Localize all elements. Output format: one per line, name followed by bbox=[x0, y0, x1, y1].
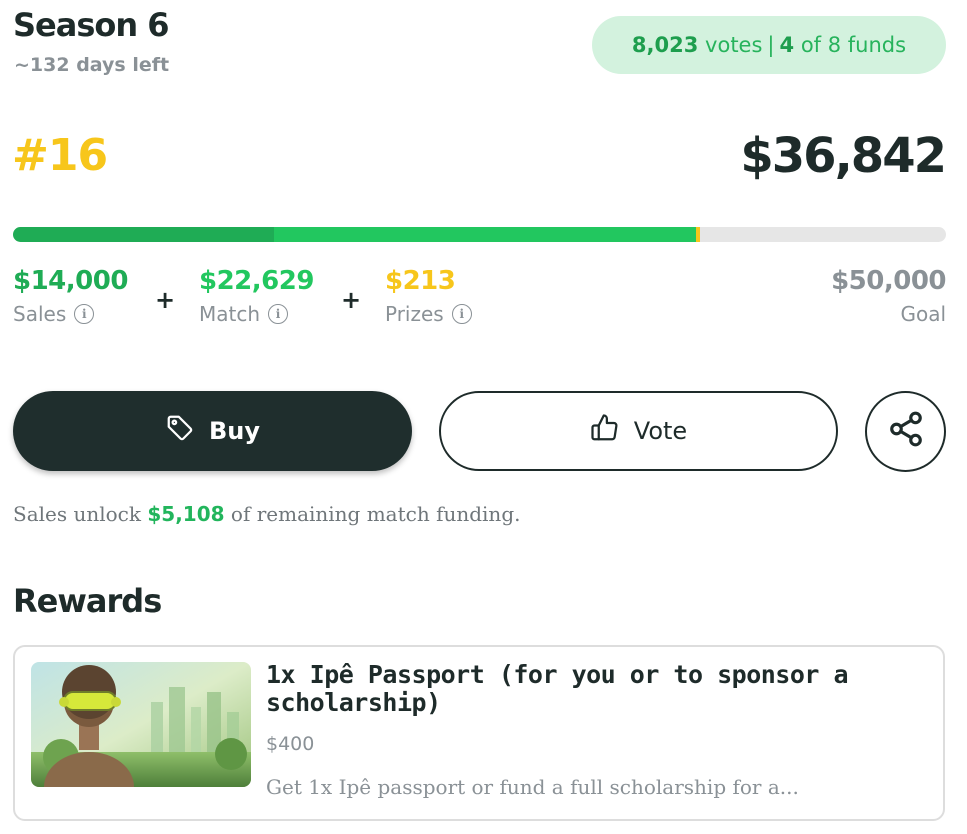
vote-label: Vote bbox=[633, 417, 688, 445]
share-button[interactable] bbox=[865, 391, 946, 472]
reward-card[interactable]: 1x Ipê Passport (for you or to sponsor a… bbox=[13, 645, 945, 821]
buy-label: Buy bbox=[208, 417, 261, 445]
reward-name: 1x Ipê Passport (for you or to sponsor a… bbox=[266, 660, 849, 717]
rank: #16 bbox=[12, 130, 108, 181]
funds-text: of 8 funds bbox=[800, 33, 907, 57]
rewards-heading: Rewards bbox=[13, 582, 162, 620]
votes-word: votes bbox=[705, 33, 763, 57]
unlock-suffix: of remaining match funding. bbox=[230, 502, 521, 526]
vote-button[interactable]: Vote bbox=[439, 391, 838, 471]
plus-sign: + bbox=[155, 286, 176, 314]
reward-price: $400 bbox=[266, 733, 315, 755]
goal-label: Goal bbox=[900, 302, 946, 326]
total-raised: $36,842 bbox=[740, 128, 947, 184]
goal-stat: $50,000 Goal bbox=[831, 266, 946, 326]
unlock-prefix: Sales unlock bbox=[13, 502, 141, 526]
progress-prizes-segment bbox=[696, 227, 701, 242]
prizes-stat: $213 Prizes i bbox=[385, 266, 472, 326]
unlock-amount: $5,108 bbox=[147, 502, 225, 526]
days-left: ~132 days left bbox=[14, 54, 170, 76]
match-label: Match bbox=[199, 302, 261, 326]
tag-icon bbox=[165, 413, 195, 449]
progress-sales-segment bbox=[13, 227, 275, 242]
thumbs-up-icon bbox=[590, 413, 620, 449]
sales-stat: $14,000 Sales i bbox=[13, 266, 128, 326]
divider: | bbox=[767, 33, 775, 57]
funding-progress-bar bbox=[13, 227, 946, 242]
match-stat: $22,629 Match i bbox=[199, 266, 314, 326]
goal-value: $50,000 bbox=[831, 266, 946, 296]
funds-count: 4 bbox=[779, 33, 795, 57]
votes-funds-badge: 8,023 votes | 4 of 8 funds bbox=[592, 16, 946, 74]
progress-match-segment bbox=[274, 227, 697, 242]
share-icon bbox=[887, 410, 925, 454]
prizes-label: Prizes bbox=[385, 302, 444, 326]
info-icon[interactable]: i bbox=[74, 304, 95, 324]
info-icon[interactable]: i bbox=[268, 304, 289, 324]
match-value: $22,629 bbox=[199, 266, 314, 296]
reward-image bbox=[31, 662, 251, 787]
sales-label: Sales bbox=[13, 302, 67, 326]
buy-button[interactable]: Buy bbox=[13, 391, 412, 471]
match-unlock-note: Sales unlock $5,108 of remaining match f… bbox=[13, 502, 520, 526]
season-title: Season 6 bbox=[13, 6, 170, 44]
info-icon[interactable]: i bbox=[451, 304, 472, 324]
votes-count: 8,023 bbox=[631, 33, 699, 57]
plus-sign: + bbox=[341, 286, 362, 314]
reward-description: Get 1x Ipê passport or fund a full schol… bbox=[266, 775, 799, 799]
prizes-value: $213 bbox=[385, 266, 456, 296]
sales-value: $14,000 bbox=[13, 266, 128, 296]
